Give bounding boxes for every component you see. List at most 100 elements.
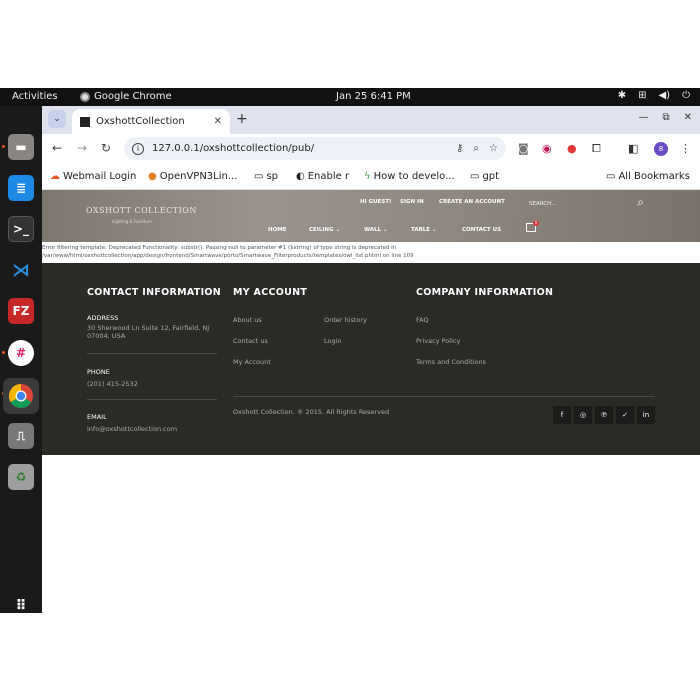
terms-link[interactable]: Terms and Conditions xyxy=(416,358,486,366)
show-apps-grid-icon[interactable]: ⠿ xyxy=(8,593,34,613)
nav-contact-us[interactable]: CONTACT US xyxy=(462,227,501,233)
files-icon[interactable]: ▬ xyxy=(8,134,34,160)
bolt-icon: ϟ xyxy=(364,171,371,182)
forward-icon[interactable]: → xyxy=(77,141,87,155)
chrome-logo-icon xyxy=(8,384,33,409)
bookmark-item[interactable]: ϟ How to develo... xyxy=(364,171,455,182)
folder-icon: ▭ xyxy=(606,171,616,182)
profile-avatar[interactable]: 8 xyxy=(654,142,668,156)
usb-drive-icon[interactable]: ⎍ xyxy=(8,423,34,449)
active-tab[interactable]: OxshottCollection ✕ xyxy=(72,109,230,134)
network-icon[interactable]: ⊞ xyxy=(638,90,646,101)
dock: ▬ ≣ >_ ⋊ FZ # ⎍ ♻ ⠿ xyxy=(0,106,42,613)
copyright-text: Oxshott Collection. ® 2015. All Rights R… xyxy=(233,408,390,416)
pinterest-icon[interactable]: ℗ xyxy=(595,406,613,424)
site-logo[interactable]: OXSHOTT COLLECTION xyxy=(86,206,197,215)
instagram-icon[interactable]: ◎ xyxy=(574,406,592,424)
folder-icon: ▭ xyxy=(254,171,264,182)
password-key-icon[interactable]: ⚷ xyxy=(456,143,463,154)
activities-button[interactable]: Activities xyxy=(12,91,58,102)
my-account-link[interactable]: My Account xyxy=(233,358,271,366)
minimize-icon[interactable]: — xyxy=(638,112,648,123)
nav-wall[interactable]: WALL ⌄ xyxy=(364,227,388,233)
site-info-icon[interactable]: i xyxy=(132,142,144,155)
faq-link[interactable]: FAQ xyxy=(416,316,429,324)
volume-icon[interactable]: ◀) xyxy=(658,90,670,101)
red-extension-icon[interactable]: ● xyxy=(567,142,577,155)
login-link[interactable]: Login xyxy=(324,337,342,345)
company-heading: COMPANY INFORMATION xyxy=(416,287,554,298)
site-favicon-icon xyxy=(80,116,90,127)
address-bar[interactable]: i 127.0.0.1/oxshottcollection/pub/ ⚷ ⌕ ☆ xyxy=(124,137,506,160)
nav-home[interactable]: HOME xyxy=(268,227,287,233)
back-icon[interactable]: ← xyxy=(52,141,62,155)
vscode-icon[interactable]: ⋊ xyxy=(8,257,34,283)
order-history-link[interactable]: Order history xyxy=(324,316,367,324)
writer-icon[interactable]: ≣ xyxy=(8,175,34,201)
facebook-icon[interactable]: f xyxy=(553,406,571,424)
privacy-policy-link[interactable]: Privacy Policy xyxy=(416,337,460,345)
extension-tray-icon[interactable]: ✱ xyxy=(618,90,626,101)
menu-kebab-icon[interactable]: ⋮ xyxy=(680,142,691,155)
new-tab-button[interactable]: + xyxy=(236,111,248,127)
phone-label: PHONE xyxy=(87,368,110,376)
trash-icon[interactable]: ♻ xyxy=(8,464,34,490)
bookmark-item[interactable]: ☁ Webmail Login xyxy=(50,171,136,182)
nav-table[interactable]: TABLE ⌄ xyxy=(411,227,437,233)
system-tray[interactable]: ✱ ⊞ ◀) ⏻ xyxy=(618,90,690,101)
side-panel-icon[interactable]: ◧ xyxy=(628,142,638,155)
slack-icon[interactable]: # xyxy=(8,340,34,366)
create-account-link[interactable]: CREATE AN ACCOUNT xyxy=(439,199,505,205)
chrome-icon xyxy=(80,91,90,102)
phone-text[interactable]: (201) 415-2532 xyxy=(87,380,138,388)
site-search[interactable]: SEARCH... ⌕ xyxy=(514,190,654,216)
system-top-bar: Activities Google Chrome Jan 25 6:41 PM … xyxy=(0,88,700,106)
close-window-icon[interactable]: ✕ xyxy=(684,112,692,123)
color-extension-icon[interactable]: ◉ xyxy=(542,142,552,155)
camera-extension-icon[interactable]: ◙ xyxy=(518,142,529,155)
bookmark-folder[interactable]: ▭ gpt xyxy=(470,171,499,182)
webmail-icon: ☁ xyxy=(50,171,60,182)
site-tagline: Lighting & Furniture xyxy=(112,219,152,224)
twitter-icon[interactable]: ✓ xyxy=(616,406,634,424)
zoom-icon[interactable]: ⌕ xyxy=(473,143,479,154)
globe-icon: ◐ xyxy=(296,171,305,182)
search-icon[interactable]: ⌕ xyxy=(637,195,644,210)
bookmark-star-icon[interactable]: ☆ xyxy=(489,143,498,154)
restore-icon[interactable]: ⧉ xyxy=(662,112,669,123)
cart-count-badge: 0 xyxy=(533,220,539,226)
all-bookmarks-folder[interactable]: ▭ All Bookmarks xyxy=(606,171,690,182)
bookmark-item[interactable]: ● OpenVPN3Lin... xyxy=(148,171,237,182)
divider xyxy=(87,353,217,354)
tab-search-button[interactable]: ⌄ xyxy=(48,110,66,128)
active-app-indicator[interactable]: Google Chrome xyxy=(80,91,172,102)
nav-ceiling[interactable]: CEILING ⌄ xyxy=(309,227,340,233)
sign-in-link[interactable]: SIGN IN xyxy=(400,199,424,205)
reload-icon[interactable]: ↻ xyxy=(101,141,111,155)
email-link[interactable]: info@oxshottcollection.com xyxy=(87,425,177,433)
about-us-link[interactable]: About us xyxy=(233,316,262,324)
chevron-down-icon: ⌄ xyxy=(383,227,388,233)
linkedin-icon[interactable]: in xyxy=(637,406,655,424)
contact-us-link[interactable]: Contact us xyxy=(233,337,268,345)
bookmarks-bar: ☁ Webmail Login ● OpenVPN3Lin... ▭ sp ◐ Enab… xyxy=(42,164,700,190)
bookmark-folder[interactable]: ▭ sp xyxy=(254,171,278,182)
search-input[interactable]: SEARCH... xyxy=(529,201,556,207)
tab-close-icon[interactable]: ✕ xyxy=(214,116,222,127)
openvpn-icon: ● xyxy=(148,171,157,182)
chevron-down-icon: ⌄ xyxy=(335,227,341,233)
window-controls: — ⧉ ✕ xyxy=(638,112,692,123)
running-indicator xyxy=(2,145,5,148)
power-icon[interactable]: ⏻ xyxy=(682,90,690,101)
extensions-puzzle-icon[interactable]: ⧠ xyxy=(592,142,601,156)
address-bar-actions: ⚷ ⌕ ☆ xyxy=(456,143,506,154)
clock[interactable]: Jan 25 6:41 PM xyxy=(336,91,411,102)
address-label: ADDRESS xyxy=(87,314,119,322)
terminal-icon[interactable]: >_ xyxy=(8,216,34,242)
chrome-dock-icon[interactable] xyxy=(3,378,39,414)
filezilla-icon[interactable]: FZ xyxy=(8,298,34,324)
bookmark-item[interactable]: ◐ Enable r xyxy=(296,171,349,182)
active-app-name: Google Chrome xyxy=(94,91,172,102)
site-footer: CONTACT INFORMATION ADDRESS 30 Sherwood … xyxy=(42,263,700,455)
chevron-down-icon: ⌄ xyxy=(431,227,437,233)
